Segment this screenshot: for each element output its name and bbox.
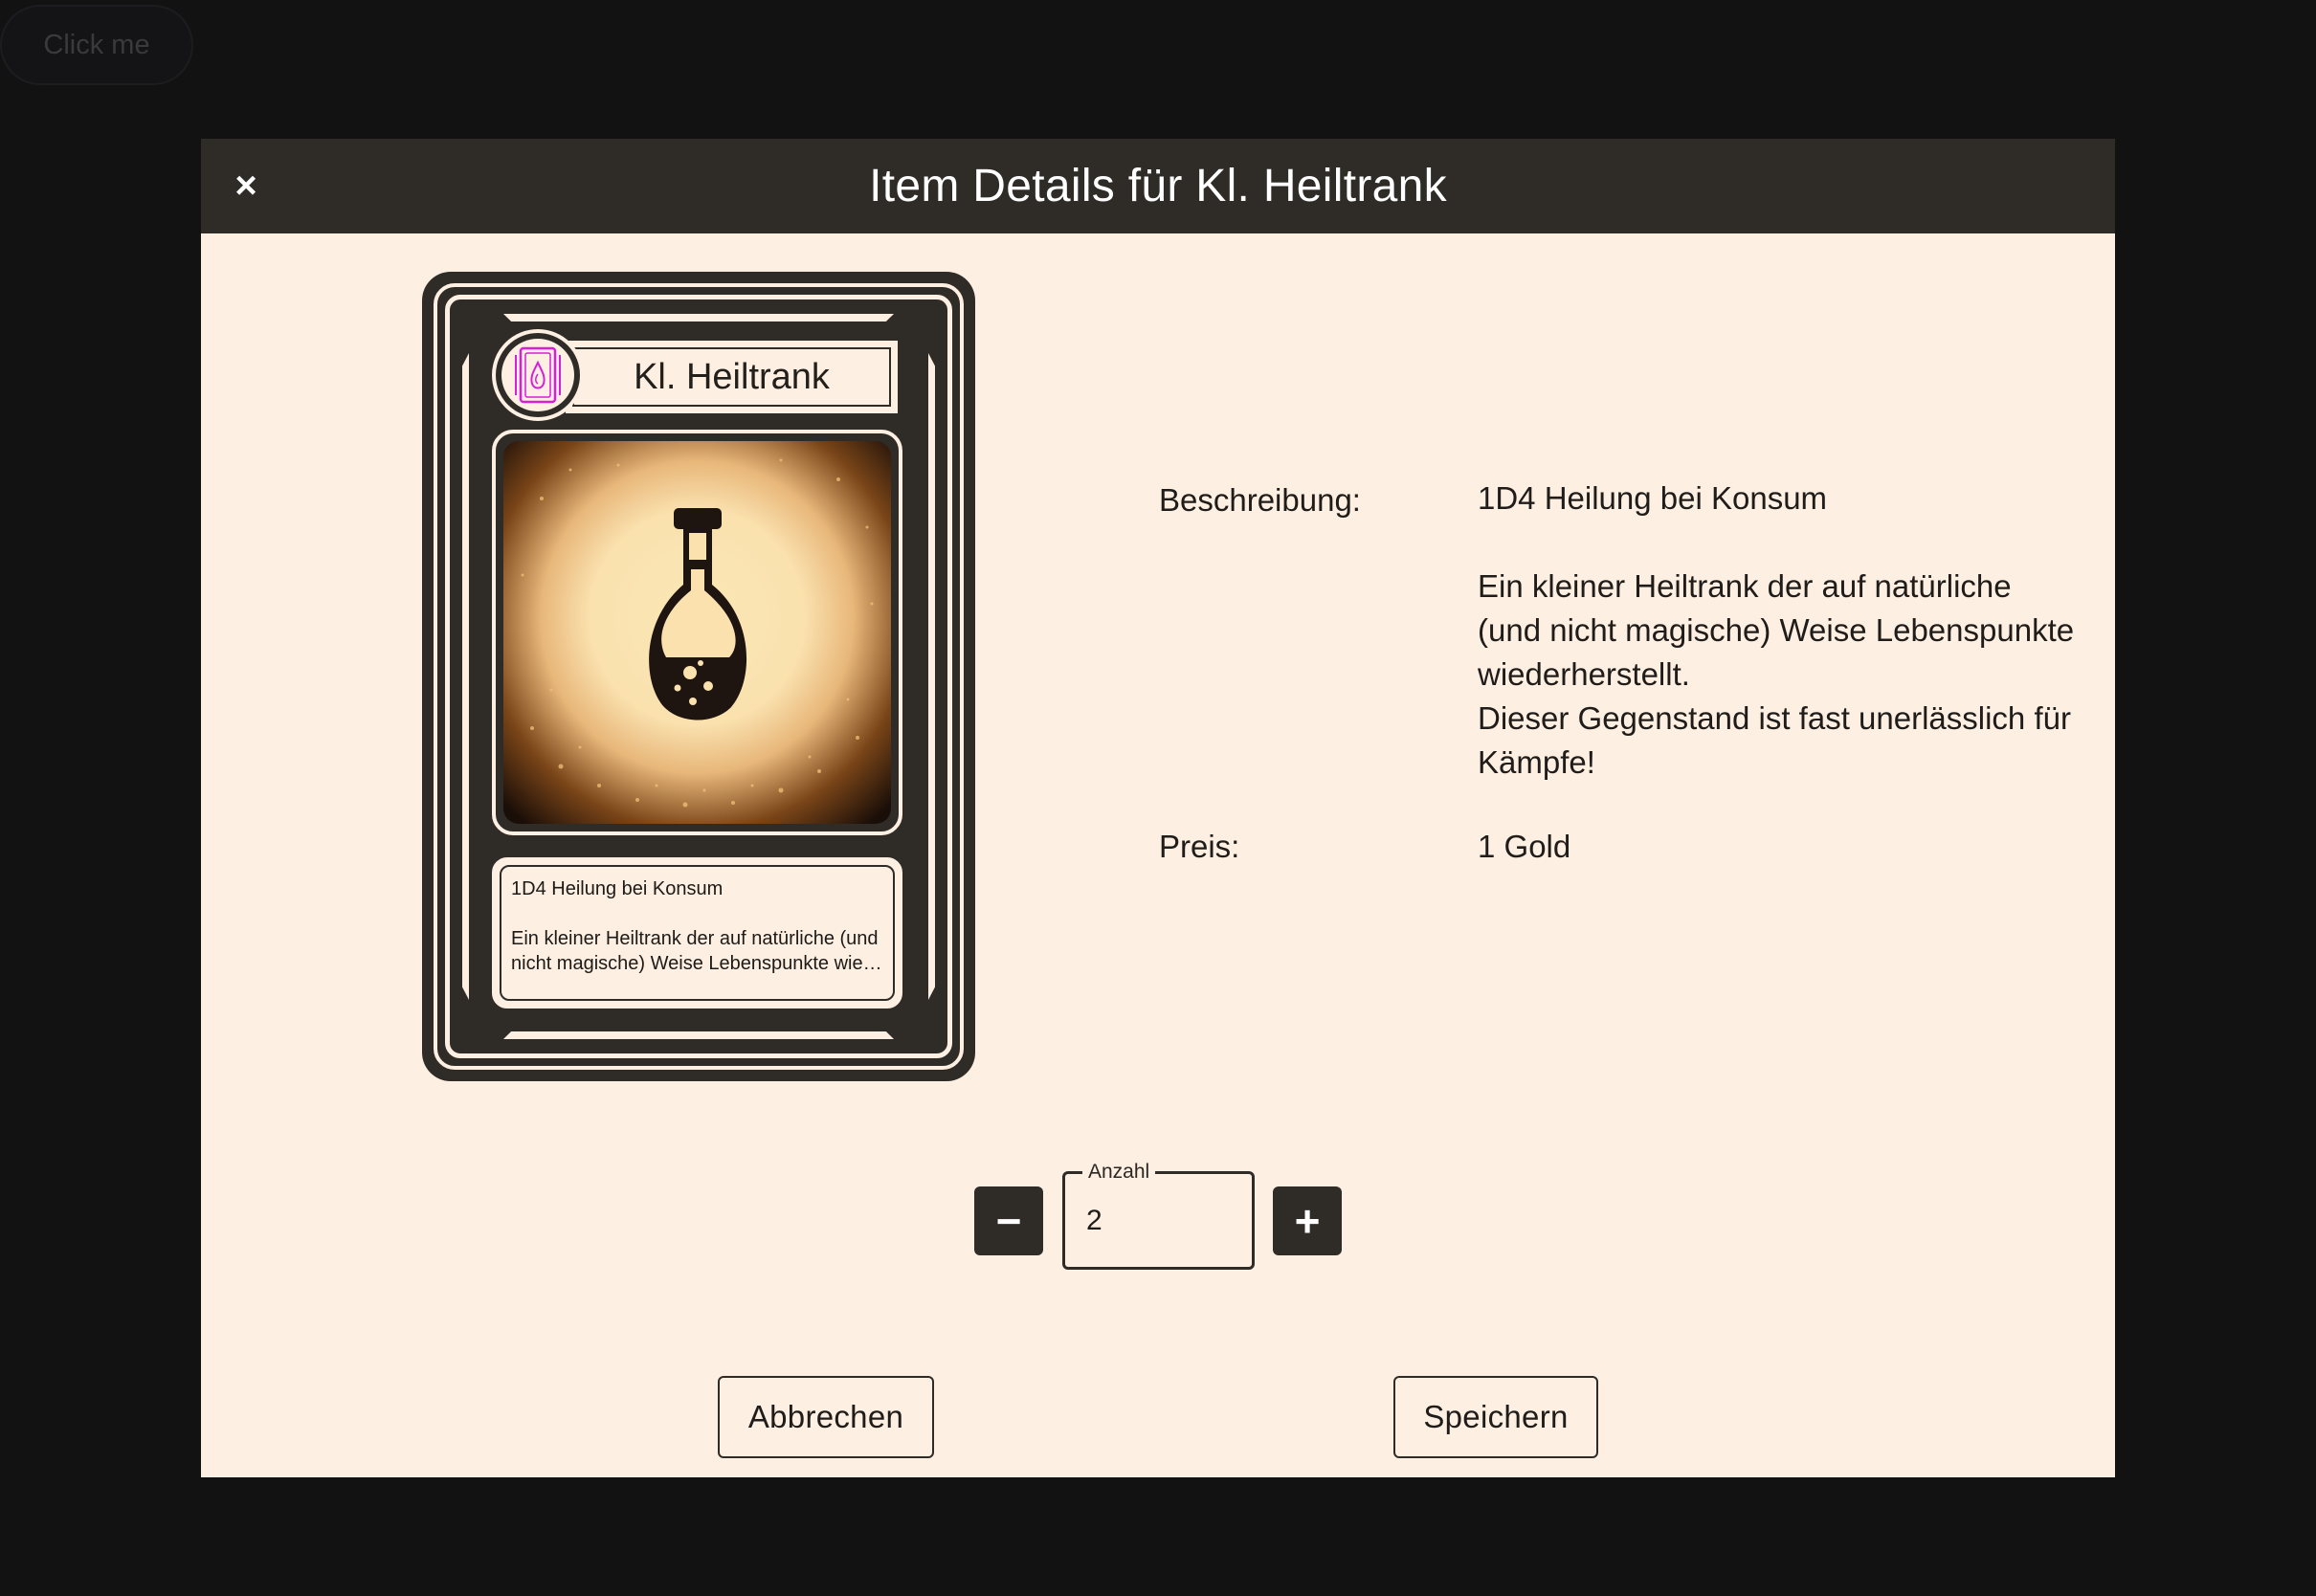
cancel-button[interactable]: Abbrechen <box>718 1376 934 1458</box>
card-text-frame: 1D4 Heilung bei Konsum Ein kleiner Heilt… <box>492 857 902 1009</box>
quantity-field[interactable]: Anzahl <box>1062 1161 1255 1270</box>
quantity-label: Anzahl <box>1082 1161 1156 1184</box>
description-line <box>1478 521 2074 565</box>
card-badge <box>492 329 584 421</box>
quantity-input[interactable] <box>1086 1205 1230 1237</box>
dialog-title: Item Details für Kl. Heiltrank <box>869 161 1447 211</box>
description-line: wiederherstellt. <box>1478 656 1690 692</box>
price-label: Preis: <box>1159 829 1240 864</box>
card-top-bar <box>503 314 894 321</box>
card-text-line: 1D4 Heilung bei Konsum <box>511 878 724 899</box>
click-me-button[interactable]: Click me <box>0 5 193 85</box>
save-button[interactable]: Speichern <box>1393 1376 1598 1458</box>
item-card: Kl. Heiltrank 1D4 Heilung bei Konsum Ein… <box>422 272 975 1081</box>
description-label: Beschreibung: <box>1159 482 1361 518</box>
increment-button[interactable]: + <box>1273 1186 1342 1255</box>
description-line: (und nicht magische) Weise Lebenspunkte <box>1478 612 2075 648</box>
price-value: 1 Gold <box>1478 829 1571 864</box>
card-text: 1D4 Heilung bei Konsum Ein kleiner Heilt… <box>500 865 895 1001</box>
plus-icon: + <box>1294 1196 1321 1246</box>
card-text-line: Ein kleiner Heiltrank der auf natürliche… <box>511 928 879 949</box>
card-right-bar <box>928 353 935 1000</box>
description-line: Kämpfe! <box>1478 744 1595 780</box>
card-left-bar <box>462 353 469 1000</box>
close-icon[interactable]: × <box>222 162 270 210</box>
description-line: Dieser Gegenstand ist fast unerlässlich … <box>1478 700 2071 736</box>
description-line: Ein kleiner Heiltrank der auf natürliche <box>1478 568 2012 604</box>
card-image-frame <box>492 430 902 835</box>
potion-card-icon <box>501 339 574 411</box>
dialog-header: × Item Details für Kl. Heiltrank <box>201 139 2115 233</box>
card-text-line: nicht magische) Weise Lebenspunkte wied.… <box>511 953 883 974</box>
description-value: 1D4 Heilung bei Konsum Ein kleiner Heilt… <box>1478 477 2074 785</box>
potion-bottle-image <box>503 441 891 824</box>
card-name: Kl. Heiltrank <box>634 356 830 397</box>
description-line: 1D4 Heilung bei Konsum <box>1478 480 1828 516</box>
decrement-button[interactable]: − <box>974 1186 1043 1255</box>
card-bottom-bar <box>503 1031 894 1039</box>
item-details-dialog: × Item Details für Kl. Heiltrank Kl. Hei… <box>201 139 2115 1477</box>
minus-icon: − <box>995 1196 1022 1246</box>
card-name-box: Kl. Heiltrank <box>566 341 898 413</box>
